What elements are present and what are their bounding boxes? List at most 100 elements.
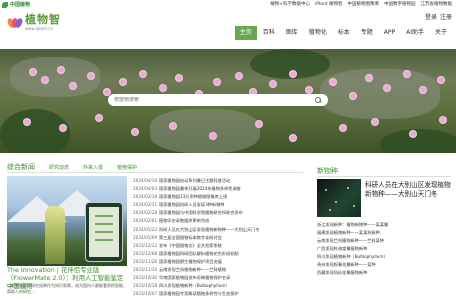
news-date: 2023/10/30 bbox=[133, 275, 158, 281]
nav-item-encyclopedia[interactable]: 百科 bbox=[258, 26, 280, 40]
flower-icon bbox=[350, 93, 356, 99]
news-title[interactable]: 国家植物园科研团队解析植物花色形成机制 bbox=[159, 250, 239, 258]
flower-icon bbox=[170, 123, 176, 129]
news-date: 2023/11/26 bbox=[133, 258, 158, 264]
login-link[interactable]: 登录 bbox=[425, 12, 437, 21]
news-date: 2024/02/28 bbox=[133, 210, 158, 216]
news-date: 2023/12/22 bbox=[133, 242, 158, 248]
news-title[interactable]: 第三届全国植物标本数字化研讨会 bbox=[159, 234, 222, 242]
header: 植物智 www.iplant.cn 登录 注册 主页 百科 图库 植物化 标本 … bbox=[0, 9, 456, 49]
news-date: 2023/10/07 bbox=[133, 291, 158, 297]
news-item[interactable]: 2023/11/10 云南发现兰科植物新种——兰科植物 bbox=[133, 266, 305, 274]
feature-image[interactable] bbox=[7, 176, 127, 266]
news-item[interactable]: 2024/04/03 国家植物园春季开展2024年植物多样性调查 bbox=[133, 185, 305, 193]
news-title[interactable]: 国家植物园与中国科学院植物研究所联合发布 bbox=[159, 209, 243, 217]
nav-item-home[interactable]: 主页 bbox=[234, 26, 257, 40]
flower-icon bbox=[140, 71, 146, 77]
news-item[interactable]: 2023/10/30 华南国家植物园发布珍稀植物保护名录 bbox=[133, 274, 305, 282]
news-title[interactable]: 华南国家植物园发布珍稀植物保护名录 bbox=[159, 274, 230, 282]
news-item[interactable]: 2023/12/22 发布《中国植物志》全文检索系统 bbox=[133, 242, 305, 250]
top-brand[interactable]: 中国植物 bbox=[2, 1, 30, 8]
news-title[interactable]: 科研人员在大别山区发现植物新物种——大别山天门冬 bbox=[159, 226, 260, 234]
species-item[interactable]: 福建发现植物新种——某某科新种 bbox=[317, 229, 453, 237]
news-item[interactable]: 2024/01/22 科研人员在大别山区发现植物新物种——大别山天门冬 bbox=[133, 226, 305, 234]
register-link[interactable]: 注册 bbox=[440, 12, 452, 21]
news-title[interactable]: 国家植物园启动系列春日主题科普活动 bbox=[159, 177, 230, 185]
news-title[interactable]: 云南发现兰科植物新种——兰科植物 bbox=[159, 266, 226, 274]
nav-item-plant-culture[interactable]: 植物化 bbox=[304, 26, 332, 40]
news-item[interactable]: 2023/10/18 四川发现植物新种（Bulbophyllum） bbox=[133, 282, 305, 290]
nav-item-gallery[interactable]: 图库 bbox=[281, 26, 303, 40]
flower-icon bbox=[438, 77, 444, 83]
news-item[interactable]: 2024/03/18 国家植物园13万余种植物图像库上线 bbox=[133, 193, 305, 201]
news-item[interactable]: 2024/01/09 第三届全国植物标本数字化研讨会 bbox=[133, 234, 305, 242]
nav-item-specimens[interactable]: 标本 bbox=[333, 26, 355, 40]
tab-research[interactable]: 研究动态 bbox=[49, 164, 69, 171]
news-title[interactable]: 国家植物园13万余种植物图像库上线 bbox=[159, 193, 227, 201]
species-item[interactable]: 四川发现植物新种（Bulbophyllum） bbox=[317, 253, 453, 261]
flower-icon bbox=[404, 71, 410, 77]
species-featured-title[interactable]: 科研人员在大别山区发现植物新物种——大别山天门冬 bbox=[365, 181, 453, 199]
species-item[interactable]: 广西发现秋海棠属植物新种 bbox=[317, 245, 453, 253]
species-item[interactable]: 贵州发现报春花属新种——某种 bbox=[317, 261, 453, 269]
top-link[interactable]: iPlant 植物智 bbox=[315, 1, 343, 7]
news-item[interactable]: 2023/11/26 国家植物园野生植物保护项目进展 bbox=[133, 258, 305, 266]
news-title[interactable]: 国家植物园野生植物保护项目进展 bbox=[159, 258, 222, 266]
flower-icon bbox=[330, 79, 336, 85]
flower-icon bbox=[214, 79, 220, 85]
news-title[interactable]: 四川发现植物新种（Bulbophyllum） bbox=[159, 282, 230, 290]
tab-invasive[interactable]: 外来入侵 bbox=[83, 164, 103, 171]
flower-icon bbox=[306, 87, 312, 93]
flower-icon bbox=[440, 117, 446, 123]
top-link[interactable]: 中国数字植物园 bbox=[384, 1, 416, 7]
nav-item-ai-assistant[interactable]: AI助手 bbox=[401, 26, 429, 40]
news-item[interactable]: 2023/12/08 国家植物园科研团队解析植物花色形成机制 bbox=[133, 250, 305, 258]
leaf-icon bbox=[2, 1, 8, 8]
species-item[interactable]: 西藏发现凤仙花属植物新种 bbox=[317, 269, 453, 277]
flower-icon bbox=[210, 133, 216, 139]
top-bar: 中国植物 植物+科学数据中心 iPlant 植物智 中国植物图像库 中国数字植物… bbox=[0, 0, 456, 9]
nav-item-topics[interactable]: 专题 bbox=[356, 26, 378, 40]
search-icon[interactable] bbox=[315, 96, 322, 104]
flower-logo-icon bbox=[6, 16, 24, 30]
news-title[interactable]: 国家植物园科研人员发现3种新物种 bbox=[159, 201, 224, 209]
species-heading: 新物种 bbox=[317, 167, 338, 175]
flower-icon bbox=[24, 119, 30, 125]
species-image[interactable] bbox=[317, 179, 361, 217]
species-item[interactable]: 云南发现兰科植物新种——兰科某种 bbox=[317, 237, 453, 245]
flower-icon bbox=[120, 79, 126, 85]
tab-protection[interactable]: 植物保护 bbox=[117, 164, 137, 171]
flower-icon bbox=[104, 89, 110, 95]
top-link[interactable]: 植物+科学数据中心 bbox=[270, 1, 310, 7]
search-input[interactable] bbox=[114, 97, 315, 103]
search-bar[interactable] bbox=[108, 94, 328, 106]
news-title[interactable]: 国家植物园专家解读植物多样性与生态保护 bbox=[159, 290, 239, 298]
logo-title: 植物智 bbox=[25, 13, 61, 26]
news-title[interactable]: 国家植物园春季开展2024年植物多样性调查 bbox=[159, 185, 241, 193]
news-tabs: 综合新闻 研究动态 外来入侵 植物保护 bbox=[7, 162, 137, 172]
news-title[interactable]: 发布《中国植物志》全文检索系统 bbox=[159, 242, 222, 250]
news-item[interactable]: 2024/04/16 国家植物园启动系列春日主题科普活动 bbox=[133, 177, 305, 185]
news-item[interactable]: 2024/02/01 植物学名录数据库更新完成 bbox=[133, 217, 305, 225]
auth-links: 登录 注册 bbox=[425, 12, 452, 21]
news-date: 2024/04/16 bbox=[133, 178, 158, 183]
news-date: 2024/01/22 bbox=[133, 226, 158, 232]
news-item[interactable]: 2024/02/28 国家植物园与中国科学院植物研究所联合发布 bbox=[133, 209, 305, 217]
logo[interactable]: 植物智 www.iplant.cn bbox=[6, 13, 61, 31]
nav-item-about[interactable]: 关于 bbox=[430, 26, 452, 40]
top-link[interactable]: 江苏省植物数据 bbox=[421, 1, 453, 7]
flower-icon bbox=[176, 75, 182, 81]
top-links: 植物+科学数据中心 iPlant 植物智 中国植物图像库 中国数字植物园 江苏省… bbox=[270, 1, 452, 7]
top-link[interactable]: 中国植物图像库 bbox=[348, 1, 380, 7]
species-item[interactable]: 浙江发现新种：植物新物种——某某属 bbox=[317, 221, 453, 229]
divider bbox=[7, 172, 303, 173]
flower-icon bbox=[384, 85, 390, 91]
news-date: 2024/03/18 bbox=[133, 194, 158, 200]
tab-general-news[interactable]: 综合新闻 bbox=[7, 162, 35, 172]
nav-item-app[interactable]: APP bbox=[379, 26, 400, 40]
flower-icon bbox=[340, 125, 346, 131]
flower-icon bbox=[42, 77, 48, 83]
news-item[interactable]: 2023/10/07 国家植物园专家解读植物多样性与生态保护 bbox=[133, 290, 305, 298]
news-title[interactable]: 植物学名录数据库更新完成 bbox=[159, 217, 209, 225]
news-item[interactable]: 2024/03/11 国家植物园科研人员发现3种新物种 bbox=[133, 201, 305, 209]
